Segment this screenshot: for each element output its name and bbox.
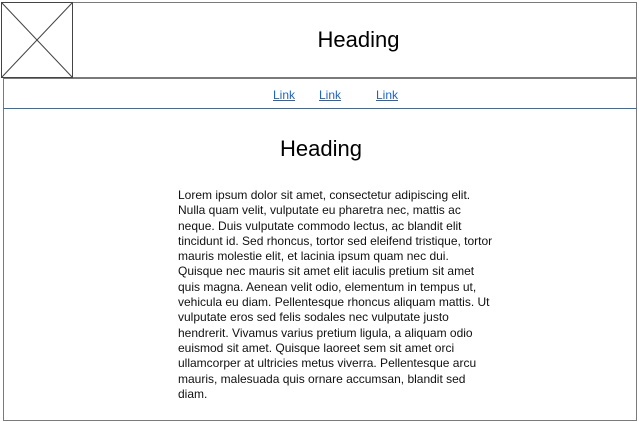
nav-bar: Link Link Link (3, 78, 637, 109)
wireframe-page: Heading Link Link Link Heading Lorem ips… (0, 0, 639, 422)
nav-link-3[interactable]: Link (376, 88, 398, 102)
page-header: Heading (0, 0, 639, 79)
page-title: Heading (317, 27, 400, 52)
nav-link-2[interactable]: Link (319, 88, 341, 102)
body-paragraph: Lorem ipsum dolor sit amet, consectetur … (178, 188, 493, 401)
main-content: Heading Lorem ipsum dolor sit amet, cons… (3, 109, 637, 421)
header-title-box: Heading (73, 2, 637, 78)
image-placeholder-icon (1, 2, 73, 78)
nav-link-1[interactable]: Link (273, 88, 295, 102)
content-heading: Heading (280, 136, 362, 161)
